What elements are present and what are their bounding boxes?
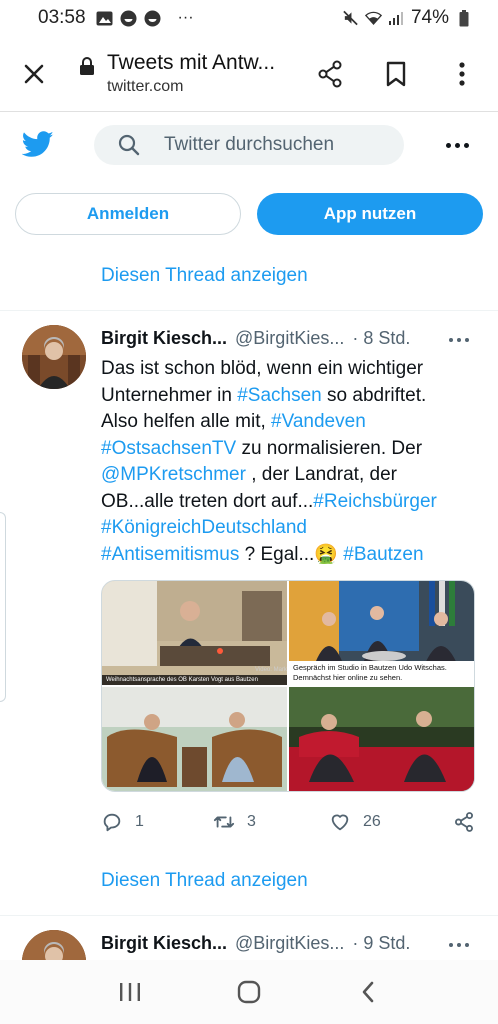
gallery-icon xyxy=(96,10,113,27)
battery-icon xyxy=(455,9,472,27)
mute-icon xyxy=(342,10,359,27)
search-icon xyxy=(118,134,140,156)
tweet-more-icon[interactable] xyxy=(449,943,473,947)
like-button[interactable]: 26 xyxy=(329,811,449,833)
retweet-button[interactable]: 3 xyxy=(213,811,329,833)
hashtag-link[interactable]: #Sachsen xyxy=(237,385,322,406)
close-icon[interactable] xyxy=(17,57,51,91)
reply-button[interactable]: 1 xyxy=(101,811,213,833)
tweet-time[interactable]: · 9 Std. xyxy=(352,933,410,954)
hashtag-link[interactable]: #OstsachsenTV xyxy=(101,438,236,459)
status-bar: 03:58 ··· 74% xyxy=(0,0,498,36)
bookmark-icon[interactable] xyxy=(382,60,410,88)
search-bar[interactable]: Twitter durchsuchen xyxy=(94,125,404,165)
media-image-4[interactable] xyxy=(289,687,474,791)
divider xyxy=(0,310,498,311)
like-count: 26 xyxy=(363,813,381,830)
show-thread-link[interactable]: Diesen Thread anzeigen xyxy=(101,265,308,287)
heart-icon xyxy=(331,814,349,831)
menu-icon[interactable] xyxy=(448,60,476,88)
browser-tab-header: Tweets mit Antw... twitter.com xyxy=(0,36,498,112)
tweet-actions: 1 3 26 xyxy=(101,808,475,836)
tweet-more-icon[interactable] xyxy=(449,338,473,342)
hashtag-link[interactable]: #KönigreichDeutschland xyxy=(101,517,307,538)
edge-panel-handle[interactable] xyxy=(0,512,6,702)
avatar[interactable] xyxy=(22,325,86,389)
tweet-text: Das ist schon blöd, wenn ein wichtiger U… xyxy=(101,358,437,565)
hashtag-link[interactable]: #Vandeven xyxy=(271,411,366,432)
show-thread-link[interactable]: Diesen Thread anzeigen xyxy=(101,870,308,892)
signal-icon xyxy=(388,10,405,27)
hashtag-link[interactable]: #Reichsbürger xyxy=(313,491,437,512)
author-name[interactable]: Birgit Kiesch... xyxy=(101,328,227,349)
share-icon xyxy=(455,812,473,832)
page-title: Tweets mit Antw... xyxy=(107,51,276,74)
media-credit: Video: Markus xyxy=(255,667,287,673)
author-name[interactable]: Birgit Kiesch... xyxy=(101,933,227,954)
hashtag-link[interactable]: #Antisemitismus xyxy=(101,544,239,565)
tweet-media-grid[interactable]: Weihnachtsansprache des OB Karsten Vogt … xyxy=(101,580,475,792)
reply-count: 1 xyxy=(135,813,144,830)
notification-icon-2 xyxy=(144,10,161,27)
retweet-count: 3 xyxy=(247,813,256,830)
divider xyxy=(0,915,498,916)
tweet-header: Birgit Kiesch... @BirgitKies... · 9 Std. xyxy=(101,933,410,954)
lock-icon xyxy=(79,56,97,76)
recent-apps-icon[interactable] xyxy=(115,977,145,1007)
author-handle[interactable]: @BirgitKies... xyxy=(235,933,344,954)
battery-percent: 74% xyxy=(410,7,449,28)
notification-icon xyxy=(120,10,137,27)
more-notifications-icon: ··· xyxy=(177,9,194,26)
share-tweet-button[interactable] xyxy=(453,811,475,833)
tweet-header: Birgit Kiesch... @BirgitKies... · 8 Std. xyxy=(101,328,410,349)
status-time: 03:58 xyxy=(38,7,86,28)
wifi-icon xyxy=(364,10,382,27)
auth-buttons: Anmelden App nutzen xyxy=(15,193,483,235)
mention-link[interactable]: @MPKretschmer xyxy=(101,464,246,485)
login-button[interactable]: Anmelden xyxy=(15,193,241,235)
twitter-top-bar: Twitter durchsuchen xyxy=(0,112,498,178)
more-options-icon[interactable] xyxy=(446,141,470,149)
hashtag-link[interactable]: #Bautzen xyxy=(343,544,423,565)
author-handle[interactable]: @BirgitKies... xyxy=(235,328,344,349)
reply-icon xyxy=(103,813,121,832)
home-icon[interactable] xyxy=(234,977,264,1007)
retweet-icon xyxy=(213,816,235,828)
page-url: twitter.com xyxy=(107,78,184,95)
media-caption: Weihnachtsansprache des OB Karsten Vogt … xyxy=(102,675,287,685)
search-placeholder: Twitter durchsuchen xyxy=(164,134,335,155)
media-caption: Gespräch im Studio in Bautzen Udo Witsch… xyxy=(289,661,474,685)
media-image-2[interactable]: Gespräch im Studio in Bautzen Udo Witsch… xyxy=(289,581,474,685)
tweet-time[interactable]: · 8 Std. xyxy=(352,328,410,349)
share-icon[interactable] xyxy=(316,60,344,88)
media-image-3[interactable] xyxy=(102,687,287,791)
media-image-1[interactable]: Weihnachtsansprache des OB Karsten Vogt … xyxy=(102,581,287,685)
back-icon[interactable] xyxy=(353,977,383,1007)
open-app-button[interactable]: App nutzen xyxy=(257,193,483,235)
twitter-logo-icon[interactable] xyxy=(21,131,54,159)
system-navigation-bar xyxy=(0,960,498,1024)
